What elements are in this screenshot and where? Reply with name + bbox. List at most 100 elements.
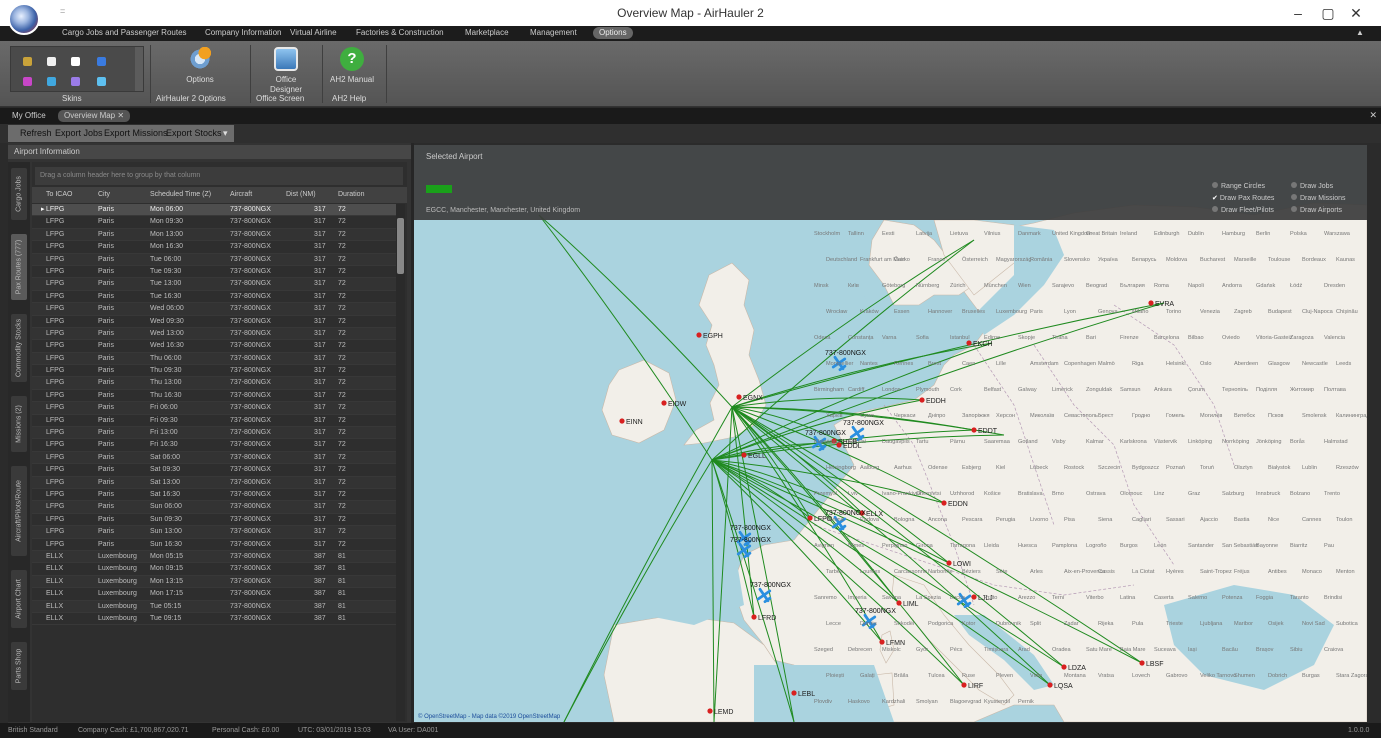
table-row[interactable]: ELLX Luxembourg Mon 09:15 737-800NGX 387 81 <box>32 563 396 576</box>
export-stocks-button[interactable]: Export Stocks <box>166 128 222 138</box>
airport-marker[interactable] <box>707 708 713 714</box>
skin-swatch[interactable] <box>97 77 106 86</box>
table-row[interactable]: ELLX Luxembourg Tue 09:15 737-800NGX 387 81 <box>32 613 396 626</box>
overview-map[interactable]: EGPH EGNX EIDW EINN EGLL EHEB EDDH EKCH EVRA EDDT… <box>414 145 1367 722</box>
office-designer-button[interactable]: Office Designer <box>264 45 308 95</box>
table-row[interactable]: LFPG Paris Mon 09:30 737-800NGX 317 72 <box>32 216 396 229</box>
airport-marker[interactable] <box>619 418 625 424</box>
side-tab[interactable]: Commodity Stocks <box>11 314 27 382</box>
draw-missions-checkbox[interactable] <box>1291 194 1297 200</box>
grid-scrollbar[interactable] <box>396 204 405 721</box>
airport-marker[interactable] <box>961 682 967 688</box>
table-row[interactable]: LFPG Paris Tue 06:00 737-800NGX 317 72 <box>32 253 396 266</box>
airport-marker[interactable] <box>1139 660 1145 666</box>
side-tab[interactable]: Missions (2) <box>11 396 27 452</box>
export-missions-button[interactable]: Export Missions <box>104 128 168 138</box>
airport-marker[interactable] <box>807 515 813 521</box>
menu-virtual-airline[interactable]: Virtual Airline <box>290 28 337 37</box>
table-row[interactable]: LFPG Paris Sun 09:30 737-800NGX 317 72 <box>32 514 396 527</box>
col-to-icao[interactable]: To ICAO <box>46 191 72 198</box>
table-row[interactable]: LFPG Paris Sat 06:00 737-800NGX 317 72 <box>32 451 396 465</box>
table-row[interactable]: LFPG Paris Tue 16:30 737-800NGX 317 72 <box>32 291 396 304</box>
option-range-circles[interactable]: Range Circles <box>1212 182 1265 190</box>
option-draw-airports[interactable]: Draw Airports <box>1291 206 1342 214</box>
tab-close-icon[interactable]: ✕ <box>117 111 124 120</box>
table-row[interactable]: LFPG Paris Fri 06:00 737-800NGX 317 72 <box>32 402 396 415</box>
col-city[interactable]: City <box>98 191 110 198</box>
refresh-button[interactable]: Refresh <box>20 128 52 138</box>
table-row[interactable]: ELLX Luxembourg Mon 17:15 737-800NGX 387 81 <box>32 588 396 601</box>
skins-scrollbar[interactable] <box>135 47 143 91</box>
col-duration[interactable]: Duration <box>338 191 364 198</box>
airport-marker[interactable] <box>966 340 972 346</box>
col-scheduled-time[interactable]: Scheduled Time (Z) <box>150 191 211 198</box>
option-draw-jobs[interactable]: Draw Jobs <box>1291 182 1333 190</box>
airport-marker[interactable] <box>836 442 842 448</box>
ah2-manual-button[interactable]: ? AH2 Manual <box>329 45 375 85</box>
map-canvas[interactable]: EGPHEGNXEIDWEINNEGLLEHEBEDDHEKCHEVRAEDDT… <box>414 145 1367 722</box>
skin-swatch[interactable] <box>71 77 80 86</box>
option-draw-pax-routes[interactable]: ✔ Draw Pax Routes <box>1212 194 1274 202</box>
airport-marker[interactable] <box>971 594 977 600</box>
table-row[interactable]: LFPG Paris Fri 09:30 737-800NGX 317 72 <box>32 415 396 428</box>
side-tab[interactable]: Parts Shop <box>11 642 27 690</box>
menu-cargo-jobs[interactable]: Cargo Jobs and Passenger Routes <box>62 28 187 37</box>
airport-marker[interactable] <box>791 690 797 696</box>
fleet-pilots-checkbox[interactable] <box>1212 206 1218 212</box>
airport-marker[interactable] <box>1061 664 1067 670</box>
close-button[interactable]: ✕ <box>1345 3 1367 23</box>
app-logo-icon[interactable] <box>8 3 40 35</box>
check-icon[interactable]: ✔ <box>1212 195 1218 202</box>
draw-jobs-checkbox[interactable] <box>1291 182 1297 188</box>
table-row[interactable]: LFPG Paris Tue 09:30 737-800NGX 317 72 <box>32 266 396 279</box>
skin-swatch[interactable] <box>47 57 56 66</box>
export-jobs-button[interactable]: Export Jobs <box>55 128 103 138</box>
table-row[interactable]: ELLX Luxembourg Mon 13:15 737-800NGX 387 81 <box>32 575 396 589</box>
table-row[interactable]: LFPG Paris Sun 13:00 737-800NGX 317 72 <box>32 526 396 539</box>
airport-marker[interactable] <box>741 452 747 458</box>
table-row[interactable]: LFPG Paris Wed 09:30 737-800NGX 317 72 <box>32 316 396 328</box>
close-document-icon[interactable]: ✕ <box>1369 110 1377 121</box>
menu-management[interactable]: Management <box>530 28 577 37</box>
skin-swatch[interactable] <box>23 77 32 86</box>
skin-swatch[interactable] <box>97 57 106 66</box>
map-attribution[interactable]: © OpenStreetMap - Map data ©2019 OpenStr… <box>418 714 560 720</box>
airport-marker[interactable] <box>971 427 977 433</box>
table-row[interactable]: LFPG Paris Sun 06:00 737-800NGX 317 72 <box>32 501 396 514</box>
col-aircraft[interactable]: Aircraft <box>230 191 252 198</box>
side-tab[interactable]: Cargo Jobs <box>11 168 27 220</box>
side-tab[interactable]: Pax Routes (777) <box>11 234 27 300</box>
airport-marker[interactable] <box>946 560 952 566</box>
airport-marker[interactable] <box>1148 300 1154 306</box>
toolbar-dropdown-icon[interactable]: ▾ <box>223 128 228 139</box>
side-tab[interactable]: Airport Chart <box>11 570 27 628</box>
skin-swatch[interactable] <box>71 57 80 66</box>
table-row[interactable]: LFPG Paris Fri 16:30 737-800NGX 317 72 <box>32 439 396 452</box>
menu-marketplace[interactable]: Marketplace <box>465 28 509 37</box>
table-row[interactable]: LFPG Paris Wed 06:00 737-800NGX 317 72 <box>32 303 396 316</box>
skin-swatch[interactable] <box>47 77 56 86</box>
option-draw-fleet-pilots[interactable]: Draw Fleet/Pilots <box>1212 206 1274 214</box>
table-row[interactable]: LFPG Paris Wed 16:30 737-800NGX 317 72 <box>32 340 396 353</box>
table-row[interactable]: LFPG Paris Thu 16:30 737-800NGX 317 72 <box>32 390 396 403</box>
ribbon-collapse-icon[interactable]: ▲ <box>1356 28 1364 37</box>
range-circles-checkbox[interactable] <box>1212 182 1218 188</box>
airport-marker[interactable] <box>696 332 702 338</box>
options-button[interactable]: Options <box>178 45 222 85</box>
airport-marker[interactable] <box>1047 682 1053 688</box>
tab-overview-map[interactable]: Overview Map ✕ <box>58 110 131 122</box>
maximize-button[interactable]: ▢ <box>1317 3 1339 23</box>
table-row[interactable]: LFPG Paris Mon 13:00 737-800NGX 317 72 <box>32 228 396 242</box>
menu-company-information[interactable]: Company Information <box>205 28 281 37</box>
col-distance[interactable]: Dist (NM) <box>286 191 316 198</box>
airport-marker[interactable] <box>661 400 667 406</box>
table-row[interactable]: LFPG Paris Thu 09:30 737-800NGX 317 72 <box>32 365 396 378</box>
table-row[interactable]: LFPG Paris Wed 13:00 737-800NGX 317 72 <box>32 327 396 341</box>
table-row[interactable]: LFPG Paris Mon 16:30 737-800NGX 317 72 <box>32 241 396 254</box>
airport-marker[interactable] <box>736 394 742 400</box>
airport-marker[interactable] <box>879 639 885 645</box>
table-row[interactable]: LFPG Paris Thu 06:00 737-800NGX 317 72 <box>32 352 396 366</box>
scrollbar-thumb[interactable] <box>397 218 404 274</box>
table-row[interactable]: LFPG Paris Sat 16:30 737-800NGX 317 72 <box>32 489 396 502</box>
table-row[interactable]: LFPG Paris Tue 13:00 737-800NGX 317 72 <box>32 278 396 291</box>
